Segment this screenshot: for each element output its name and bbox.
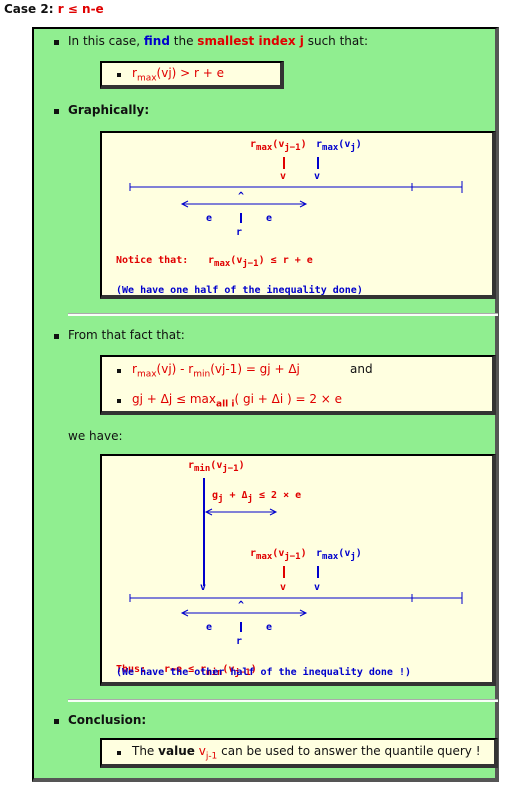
- d2-gap-rest: ≤ 2 × e: [252, 490, 302, 501]
- d1-close1: ): [300, 139, 307, 150]
- d1-rmax1: rmax(vj−1): [250, 139, 307, 153]
- f1-rest: > r + e: [176, 66, 225, 80]
- separator: [68, 699, 498, 702]
- d1-sub1: j−1: [284, 143, 301, 153]
- formula2-line1: rmax(vj) - rmin(vj-1) = gj + Δj: [132, 362, 300, 379]
- f2-arg: (vj) - r: [156, 362, 194, 376]
- d1-max2: max: [322, 143, 339, 153]
- case-prefix: Case 2:: [4, 2, 54, 16]
- c-v: vj-1: [198, 744, 218, 762]
- bullet-icon: [54, 40, 59, 45]
- d1-half: (We have one half of the inequality done…: [116, 285, 363, 296]
- d2-arg1: (v: [272, 548, 285, 559]
- d1-notice-expr: rmax(vj−1) ≤ r + e: [208, 255, 313, 269]
- we-have-text: we have:: [68, 429, 123, 443]
- diagram2-box: rmin(vj−1) gj + Δj ≤ 2 × e rmax(vj−1) rm…: [100, 454, 496, 686]
- case-title: Case 2: r ≤ n-e: [4, 2, 104, 16]
- formula2-and: and: [350, 362, 373, 376]
- d1-notice-label: Notice that:: [116, 255, 189, 266]
- d2-rmin-arg: (v: [210, 460, 223, 471]
- d1-caret: ^: [238, 191, 245, 202]
- d1-n-max: max: [214, 259, 231, 269]
- bullet-icon: [117, 73, 121, 77]
- f2-min: min: [193, 369, 211, 380]
- d2-close1: ): [300, 548, 307, 559]
- bullet-icon: [54, 719, 59, 724]
- c-value: value: [158, 744, 195, 758]
- d2-max1: max: [256, 552, 273, 562]
- formula1: rmax(vj) > r + e: [132, 66, 224, 83]
- content-panel: In this case, find the smallest index j …: [32, 27, 499, 782]
- d2-gap-plus: + Δ: [223, 490, 248, 501]
- d2-v2: v: [314, 582, 321, 593]
- d2-v0: v: [200, 582, 207, 593]
- d1-arg2: (v: [338, 139, 351, 150]
- d2-e-right: e: [266, 622, 273, 633]
- c-t2: can be used to answer the quantile query…: [221, 744, 481, 758]
- conclusion-box: The value vj-1 can be used to answer the…: [100, 738, 498, 768]
- c-v-sub: j-1: [205, 751, 218, 762]
- d2-half: (We have the other half of the inequalit…: [116, 667, 412, 678]
- d1-v1: v: [280, 171, 287, 182]
- d1-n-rest: ) ≤ r + e: [258, 255, 313, 266]
- d1-v2: v: [314, 171, 321, 182]
- d1-e-left: e: [206, 213, 213, 224]
- f2-max: max: [136, 369, 157, 380]
- s1-t3: such that:: [307, 34, 369, 48]
- separator: [68, 313, 498, 316]
- d1-max1: max: [256, 143, 273, 153]
- c-v-letter: v: [198, 744, 206, 758]
- case-condition: r ≤ n-e: [57, 2, 104, 16]
- section4-title: Conclusion:: [68, 713, 147, 727]
- d2-rmin-sub: j−1: [222, 464, 239, 474]
- bullet-icon: [117, 399, 121, 403]
- d2-rmax1: rmax(vj−1): [250, 548, 307, 562]
- formula1-box: rmax(vj) > r + e: [100, 61, 284, 89]
- d2-e-left: e: [206, 622, 213, 633]
- bullet-icon: [54, 334, 59, 339]
- d2-rmin-min: min: [194, 464, 211, 474]
- s1-t2: the: [173, 34, 194, 48]
- f2-arg2: (vj-1) = gj + Δj: [210, 362, 300, 376]
- bullet-icon: [117, 369, 121, 373]
- d2-r-label: r: [236, 636, 243, 647]
- bullet-icon: [117, 751, 121, 755]
- f1-arg: (vj): [156, 66, 177, 80]
- s1-smallest: smallest index j: [197, 34, 304, 48]
- d2-rmin-close: ): [238, 460, 245, 471]
- section3-title: From that fact that:: [68, 328, 185, 342]
- s1-find: find: [143, 34, 170, 48]
- diagram1-box: rmax(vj−1) rmax(vj) v v ^ e e r Notice t…: [100, 131, 496, 299]
- formula2-line2: gj + Δj ≤ maxall i( gi + Δi ) = 2 × e: [132, 392, 342, 409]
- d2-arg2: (v: [338, 548, 351, 559]
- bullet-icon: [54, 109, 59, 114]
- d1-n-sub: j−1: [242, 259, 259, 269]
- section2-title: Graphically:: [68, 103, 150, 117]
- d1-close2: ): [355, 139, 362, 150]
- s1-t1: In this case,: [68, 34, 141, 48]
- d1-n-arg: (v: [230, 255, 243, 266]
- d2-v1: v: [280, 582, 287, 593]
- d2-caret: ^: [238, 600, 245, 611]
- section1-text: In this case, find the smallest index j …: [68, 34, 368, 48]
- f1-max: max: [136, 73, 157, 84]
- f2-l2a: gj + Δj ≤ max: [132, 392, 217, 406]
- diagram1-axis: [129, 157, 463, 223]
- d2-close2: ): [355, 548, 362, 559]
- conclusion-text: The value vj-1 can be used to answer the…: [132, 744, 481, 761]
- f2-l2sub: all i: [216, 399, 235, 410]
- d1-rmax2: rmax(vj): [316, 139, 362, 153]
- d1-r-label: r: [236, 227, 243, 238]
- c-t1: The: [132, 744, 155, 758]
- d2-gap: gj + Δj ≤ 2 × e: [212, 490, 301, 504]
- d1-e-right: e: [266, 213, 273, 224]
- d1-arg1: (v: [272, 139, 285, 150]
- d2-rmin: rmin(vj−1): [188, 460, 245, 474]
- formula2-box: rmax(vj) - rmin(vj-1) = gj + Δj and gj +…: [100, 355, 496, 415]
- d2-rmax2: rmax(vj): [316, 548, 362, 562]
- d2-sub1: j−1: [284, 552, 301, 562]
- f2-l2b: ( gi + Δi ) = 2 × e: [234, 392, 343, 406]
- d2-max2: max: [322, 552, 339, 562]
